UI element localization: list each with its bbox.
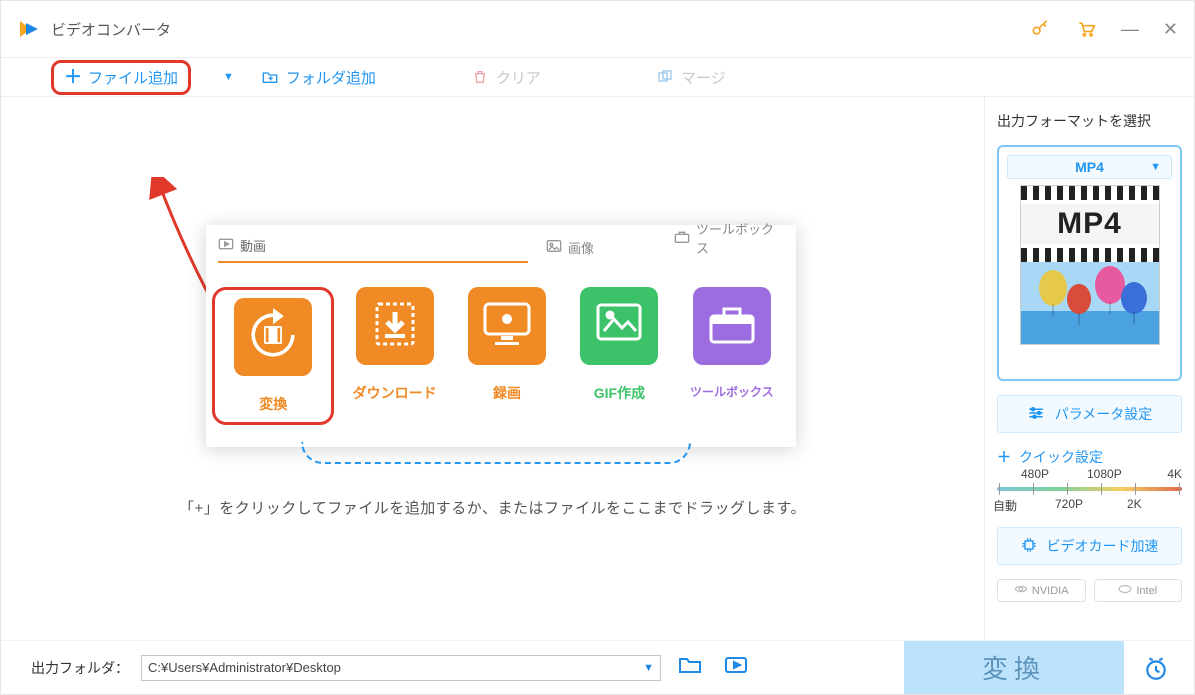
gif-icon [594, 301, 644, 352]
parameter-settings-button[interactable]: パラメータ設定 [997, 395, 1182, 433]
download-icon [371, 300, 419, 353]
video-folder-button[interactable] [719, 655, 753, 681]
feature-convert-label: 変換 [259, 394, 287, 414]
format-thumbnail: MP4 [1020, 185, 1160, 345]
gpu-button-label: ビデオカード加速 [1047, 536, 1159, 556]
output-folder-label: 出力フォルダ： [31, 658, 129, 678]
image-tab-icon [546, 239, 562, 256]
feature-record-label: 録画 [493, 383, 521, 403]
tab-image[interactable]: 画像 [546, 238, 656, 263]
add-file-dropdown-caret-icon[interactable]: ▼ [223, 71, 234, 83]
convert-button-label: 変換 [982, 649, 1046, 686]
feature-record[interactable]: 録画 [455, 287, 559, 425]
tab-video[interactable]: 動画 [218, 236, 528, 263]
app-logo-icon [17, 17, 41, 41]
schedule-button[interactable] [1136, 641, 1176, 694]
gpu-accel-button[interactable]: ビデオカード加速 [997, 527, 1182, 565]
add-file-button[interactable]: ＋ ファイル追加 [51, 60, 191, 95]
merge-icon [657, 69, 673, 85]
add-file-label: ファイル追加 [88, 67, 178, 88]
record-icon [481, 300, 533, 353]
open-folder-button[interactable] [673, 655, 707, 681]
nvidia-eye-icon [1014, 584, 1028, 597]
toolbox-tab-icon [674, 230, 690, 247]
clear-button[interactable]: クリア [472, 67, 541, 88]
convert-icon [246, 308, 300, 367]
chip-icon [1021, 537, 1037, 556]
feature-gif-label: GIF作成 [594, 383, 645, 403]
quick-settings-title: ＋ クイック設定 [997, 447, 1182, 467]
feature-gif[interactable]: GIF作成 [567, 287, 671, 425]
param-button-label: パラメータ設定 [1055, 404, 1153, 424]
feature-panel: 動画 画像 ツールボックス [206, 225, 796, 447]
format-card: MP4 ▼ MP4 [997, 145, 1182, 381]
output-format-title: 出力フォーマットを選択 [997, 111, 1182, 131]
output-path-value: C:¥Users¥Administrator¥Desktop [148, 660, 341, 675]
trash-icon [472, 69, 488, 85]
sliders-icon [1027, 406, 1045, 423]
path-caret-icon: ▼ [643, 662, 654, 674]
quick-plus-icon: ＋ [997, 447, 1011, 467]
scale-2k: 2K [1127, 497, 1142, 511]
video-tab-icon [218, 238, 234, 253]
feature-download-label: ダウンロード [353, 383, 437, 403]
app-title: ビデオコンバータ [51, 19, 171, 40]
intel-logo-icon [1118, 584, 1132, 597]
scale-720p: 720P [1055, 497, 1083, 511]
quality-scale[interactable]: 480P 1080P 4K 自動 720P 2K [997, 467, 1182, 513]
clear-label: クリア [496, 67, 541, 88]
minimize-button[interactable]: — [1121, 19, 1139, 40]
drop-hint-text: 「+」をクリックしてファイルを追加するか、またはファイルをここまでドラッグします… [1, 497, 984, 518]
scale-4k: 4K [1167, 467, 1182, 481]
tab-image-label: 画像 [568, 238, 594, 257]
merge-button[interactable]: マージ [657, 67, 726, 88]
tab-toolbox[interactable]: ツールボックス [674, 219, 784, 263]
merge-label: マージ [681, 67, 726, 88]
feature-toolbox-label: ツールボックス [690, 383, 774, 400]
convert-button[interactable]: 変換 [904, 641, 1124, 694]
add-folder-label: フォルダ追加 [286, 67, 376, 88]
format-caret-icon: ▼ [1150, 161, 1161, 173]
scale-1080p: 1080P [1087, 467, 1122, 481]
gpu-intel-chip: Intel [1094, 579, 1183, 602]
plus-icon: ＋ [64, 68, 82, 86]
feature-toolbox[interactable]: ツールボックス [680, 287, 784, 425]
feature-download[interactable]: ダウンロード [342, 287, 446, 425]
add-folder-button[interactable]: フォルダ追加 [262, 67, 376, 88]
gpu-nvidia-chip: NVIDIA [997, 579, 1086, 602]
tab-video-label: 動画 [240, 236, 266, 255]
scale-auto: 自動 [993, 497, 1017, 514]
output-path-select[interactable]: C:¥Users¥Administrator¥Desktop ▼ [141, 655, 661, 681]
feature-convert[interactable]: 変換 [212, 287, 334, 425]
format-select[interactable]: MP4 ▼ [1007, 155, 1172, 179]
toolbox-icon [707, 302, 757, 351]
key-icon[interactable] [1029, 18, 1051, 40]
close-button[interactable]: ✕ [1163, 19, 1178, 40]
tab-toolbox-label: ツールボックス [696, 219, 784, 257]
cart-icon[interactable] [1075, 18, 1097, 40]
format-thumb-label: MP4 [1021, 204, 1159, 244]
format-selected-label: MP4 [1075, 159, 1104, 175]
folder-plus-icon [262, 69, 278, 85]
scale-480p: 480P [1021, 467, 1049, 481]
dashed-connector [301, 442, 691, 464]
